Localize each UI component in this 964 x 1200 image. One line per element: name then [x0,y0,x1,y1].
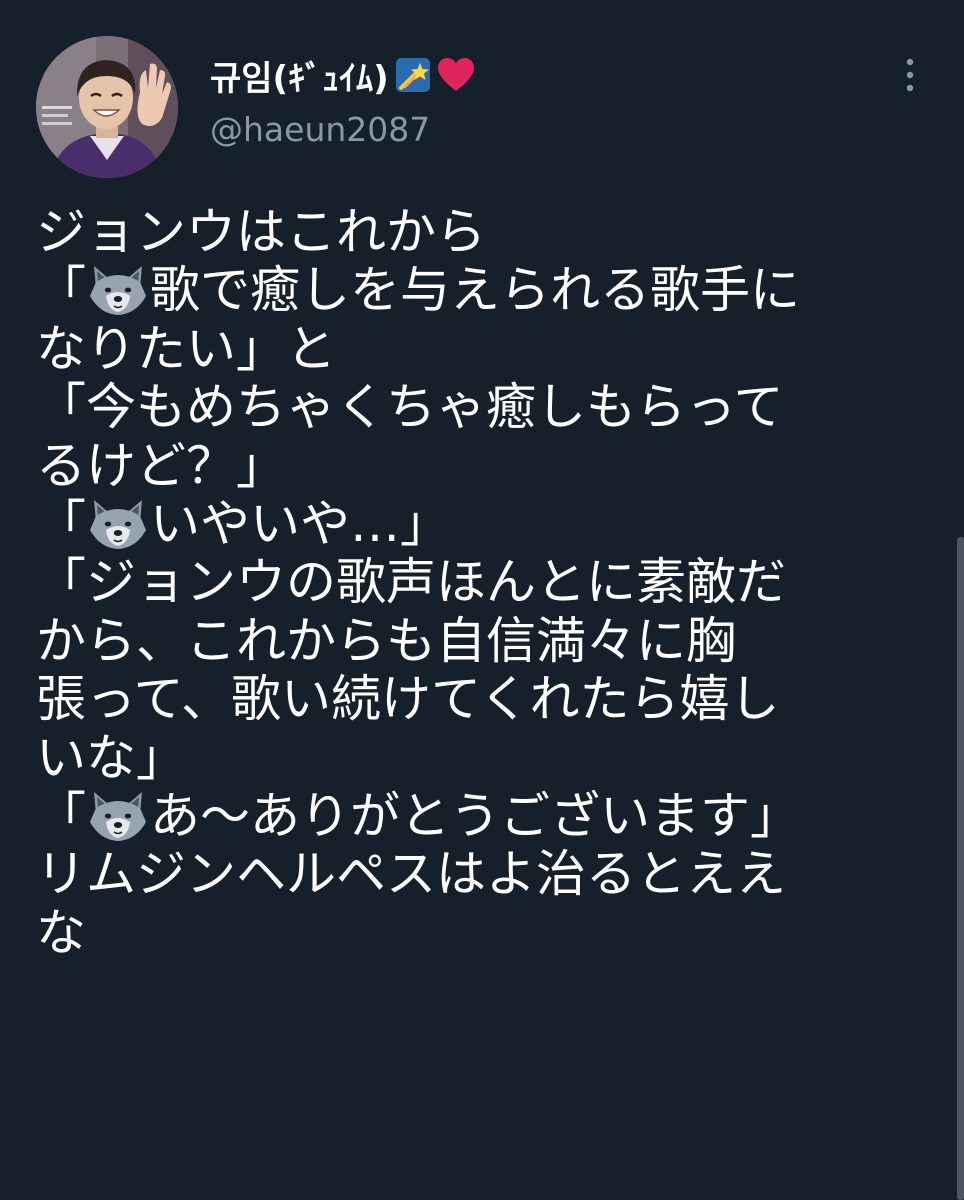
red-heart-icon [437,57,475,93]
name-row: 규임(ｷﾞｭｲﾑ) [210,50,475,100]
tweet-text: ジョンウはこれから「 歌で癒しを与えられる歌手に なりたい」と 「今もめちゃくちゃ癒し… [36,203,936,962]
tweet-text-segment: 張って、歌い続けてくれたら嬉し [36,670,780,729]
tweet-text-segment: いやいや…」 [150,494,450,553]
tweet-text-line: なりたい」と [36,320,936,378]
tweet-text-line: いな」 [36,729,936,787]
tweet-text-line: 「ジョンウの歌声ほんとに素敵だ [36,553,936,611]
avatar[interactable] [36,36,178,178]
vertical-ellipsis-icon[interactable] [896,56,924,96]
tweet-text-segment: リムジンヘルペスはよ治るとええ [36,845,786,904]
tweet-text-segment: 「ジョンウの歌声ほんとに素敵だ [36,553,786,612]
profile-photo-icon [36,36,178,178]
tweet: 규임(ｷﾞｭｲﾑ) @haeun2087 ジョンウはこれから「 歌で癒しを与えられ… [0,0,964,1200]
tweet-text-line: るけど？」 [36,437,936,495]
tweet-text-line: から、これからも自信満々に胸 [36,612,936,670]
tweet-text-line: 「 歌で癒しを与えられる歌手に [36,261,936,319]
user-handle[interactable]: @haeun2087 [210,110,430,149]
tweet-text-segment: 「 [36,786,86,845]
tweet-text-segment: 「 [36,494,86,553]
tweet-text-segment: 「 [36,261,86,320]
tweet-text-line: ジョンウはこれから [36,203,936,261]
wolf-icon [88,264,148,316]
tweet-text-line: な [36,904,936,962]
tweet-text-line: 「今もめちゃくちゃ癒しもらって [36,378,936,436]
wolf-icon [88,498,148,550]
tweet-text-segment: 歌で癒しを与えられる歌手に [150,261,800,320]
tweet-text-segment: ジョンウはこれから [36,203,486,261]
scrollbar[interactable] [957,537,964,1200]
tweet-text-line: 「 あ～ありがとうございます」 [36,787,936,845]
tweet-text-line: リムジンヘルペスはよ治るとええ [36,845,936,903]
tweet-text-segment: あ～ありがとうございます」 [150,786,800,845]
tweet-text-segment: 「今もめちゃくちゃ癒しもらって [36,378,784,437]
display-name[interactable]: 규임(ｷﾞｭｲﾑ) [210,51,389,100]
tweet-text-segment: な [36,903,86,962]
tweet-text-line: 「 いやいや…」 [36,495,936,553]
tweet-text-segment: いな」 [36,728,186,787]
tweet-text-segment: るけど？」 [36,436,286,495]
tweet-text-segment: なりたい」と [36,319,336,378]
tweet-text-line: 張って、歌い続けてくれたら嬉し [36,670,936,728]
shooting-star-icon [395,57,431,93]
tweet-text-segment: から、これからも自信満々に胸 [36,611,736,670]
wolf-icon [88,790,148,842]
